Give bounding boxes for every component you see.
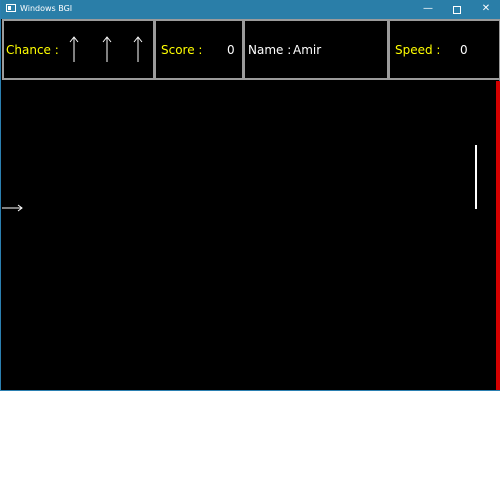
up-arrow-icon [102,36,112,62]
game-playfield[interactable] [2,81,500,390]
score-value: 0 [227,43,235,57]
minimize-button[interactable]: — [413,0,443,19]
up-arrow-icon [69,36,79,62]
maximize-button[interactable] [442,0,472,19]
score-panel: Score : 0 [154,19,244,80]
right-arrow-icon [2,204,23,212]
bgi-window: Windows BGI — ✕ Chance : Score: 0 Name … [0,0,500,391]
app-window-icon [6,4,16,12]
maximize-icon [453,6,461,14]
paddle [475,145,477,209]
chance-label: Chance : [6,43,59,57]
name-value: Amir [293,43,322,57]
title-bar[interactable]: Windows BGI — ✕ [1,0,500,19]
score-label: Score : [161,43,203,57]
up-arrow-icon [133,36,143,62]
speed-panel: Speed : 0 [388,19,500,80]
name-label: Name : [248,43,292,57]
name-panel: Name : Amir [243,19,389,80]
close-button[interactable]: ✕ [471,0,500,19]
close-icon: ✕ [481,3,491,14]
speed-label: Speed : [395,43,441,57]
speed-value: 0 [460,43,468,57]
window-title: Windows BGI [20,4,73,13]
hud-bar: Chance : Score : 0 Name : Amir Speed : 0 [2,19,500,80]
chance-panel: Chance : [2,19,155,80]
minimize-icon: — [423,3,433,14]
red-wall [496,81,500,390]
